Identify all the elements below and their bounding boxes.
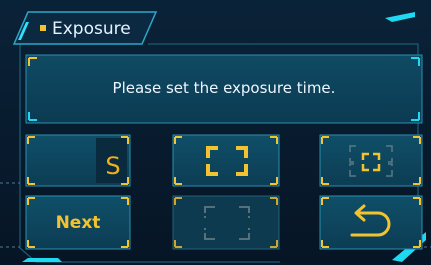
spot-button[interactable] [173, 196, 279, 249]
shutter-mode-button[interactable] [26, 135, 130, 186]
full-frame-button[interactable] [173, 135, 279, 186]
back-button[interactable] [320, 196, 422, 249]
dialog-title: Exposure [52, 19, 131, 39]
title-bullet-icon [40, 25, 46, 31]
prompt-message: Please set the exposure time. [112, 79, 336, 97]
next-button[interactable] [26, 196, 130, 249]
multi-area-button[interactable] [320, 135, 422, 186]
